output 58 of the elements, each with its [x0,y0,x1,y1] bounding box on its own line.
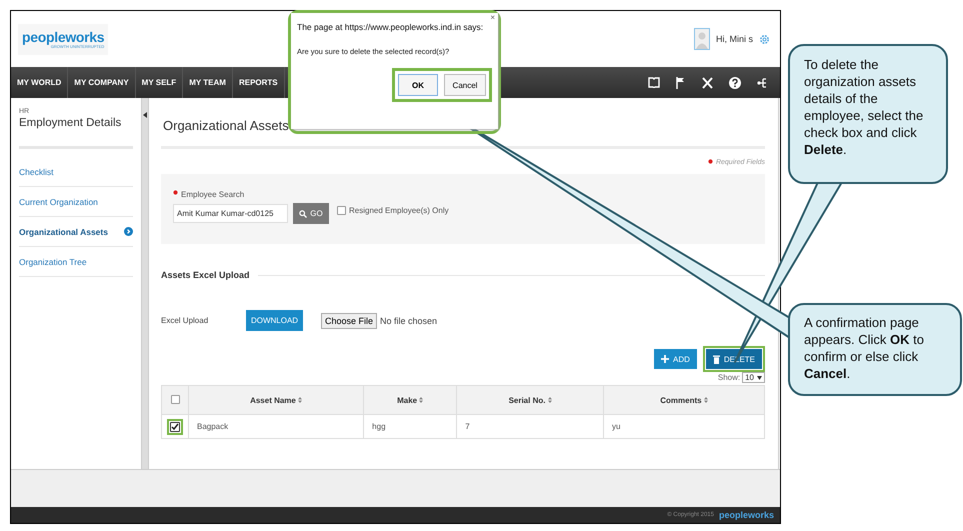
sort-icon [419,396,424,402]
section-heading: Assets Excel Upload [161,270,250,280]
show-label: Show: [718,373,740,382]
arrow-circle-icon [124,227,133,236]
dialog-title: The page at https://www.peopleworks.ind.in says: [297,22,484,33]
field-label: Employee Search [181,190,244,199]
sidebar-item[interactable]: Checklist [19,157,133,187]
help-icon[interactable] [729,76,741,88]
checkbox[interactable] [170,422,180,432]
plus-icon [660,355,669,363]
page-size-select[interactable]: 10 [742,372,765,383]
callout: A confirmation page appears. Click OK to confirm or else click Cancel. [788,303,962,396]
book-icon[interactable] [648,77,660,88]
add-button[interactable]: ADD [654,349,697,369]
footer-logo: peopleworks [718,510,774,520]
table-cell: 7 [456,414,604,438]
settings-icon[interactable] [759,34,770,44]
column-header[interactable]: Serial No. [456,386,604,414]
collapse-icon[interactable] [143,112,147,118]
field-label: Excel Upload [161,316,210,325]
ok-button[interactable]: OK [398,74,438,96]
download-button[interactable]: DOWNLOAD [246,310,303,331]
search-icon [299,210,308,218]
trash-icon [712,354,720,364]
close-button[interactable]: × [490,13,495,22]
sidebar-item[interactable]: Organization Tree [19,247,133,277]
nav-item[interactable]: MY WORLD [11,67,68,98]
column-header[interactable]: Asset Name [188,386,364,414]
flag-icon[interactable] [676,76,686,88]
page-title: Organizational Assets [163,118,290,133]
go-button[interactable]: GO [293,203,329,224]
column-header[interactable]: Comments [604,386,764,414]
table-cell: Bagpack [188,414,364,438]
sort-icon [704,396,708,402]
checkbox-label: Resigned Employee(s) Only [349,206,449,215]
column-header[interactable]: Make [364,386,457,414]
table-cell: hgg [364,414,457,438]
file-status: No file chosen [380,316,438,326]
caret-icon [757,376,762,380]
checkbox[interactable] [170,394,180,404]
nav-item[interactable]: REPORTS [232,67,285,98]
required-icon [173,190,178,195]
share-icon[interactable] [757,76,768,88]
user-greeting: Hi, Mini s [716,34,753,44]
required-icon [708,159,713,164]
sidebar-title: Employment Details [19,117,122,129]
cancel-button[interactable]: Cancel [444,74,486,96]
sort-icon [298,396,302,402]
callout: To delete the organization assets details of the employee, select the check box and click Delete. [788,44,948,184]
employee-search-field[interactable]: Amit Kumar Kumar-cd0125 [173,204,288,223]
table-cell: yu [604,414,764,438]
sidebar-item[interactable]: Organizational Assets [19,217,133,247]
choose-file-button[interactable]: Choose File [321,312,378,328]
sort-icon [548,396,552,402]
sidebar-item[interactable]: Current Organization [19,187,133,217]
nav-item[interactable]: MY COMPANY [68,67,136,98]
checkbox[interactable] [337,206,346,215]
nav-item[interactable]: MY TEAM [183,67,233,98]
